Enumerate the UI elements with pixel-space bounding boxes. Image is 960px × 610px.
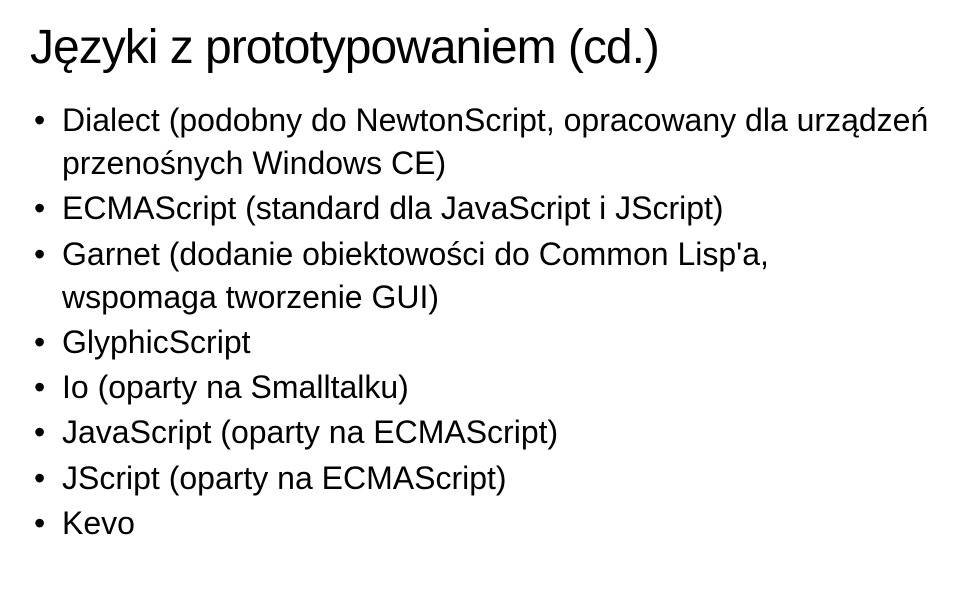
list-item: Dialect (podobny do NewtonScript, opraco… [34, 99, 930, 185]
list-item: Io (oparty na Smalltalku) [34, 366, 930, 409]
list-item: Kevo [34, 502, 930, 545]
bullet-list: Dialect (podobny do NewtonScript, opraco… [30, 99, 930, 545]
list-item: ECMAScript (standard dla JavaScript i JS… [34, 187, 930, 230]
list-item: JavaScript (oparty na ECMAScript) [34, 411, 930, 454]
list-item: JScript (oparty na ECMAScript) [34, 457, 930, 500]
list-item: Garnet (dodanie obiektowości do Common L… [34, 233, 930, 319]
slide-title: Języki z prototypowaniem (cd.) [30, 20, 930, 75]
list-item: GlyphicScript [34, 321, 930, 364]
